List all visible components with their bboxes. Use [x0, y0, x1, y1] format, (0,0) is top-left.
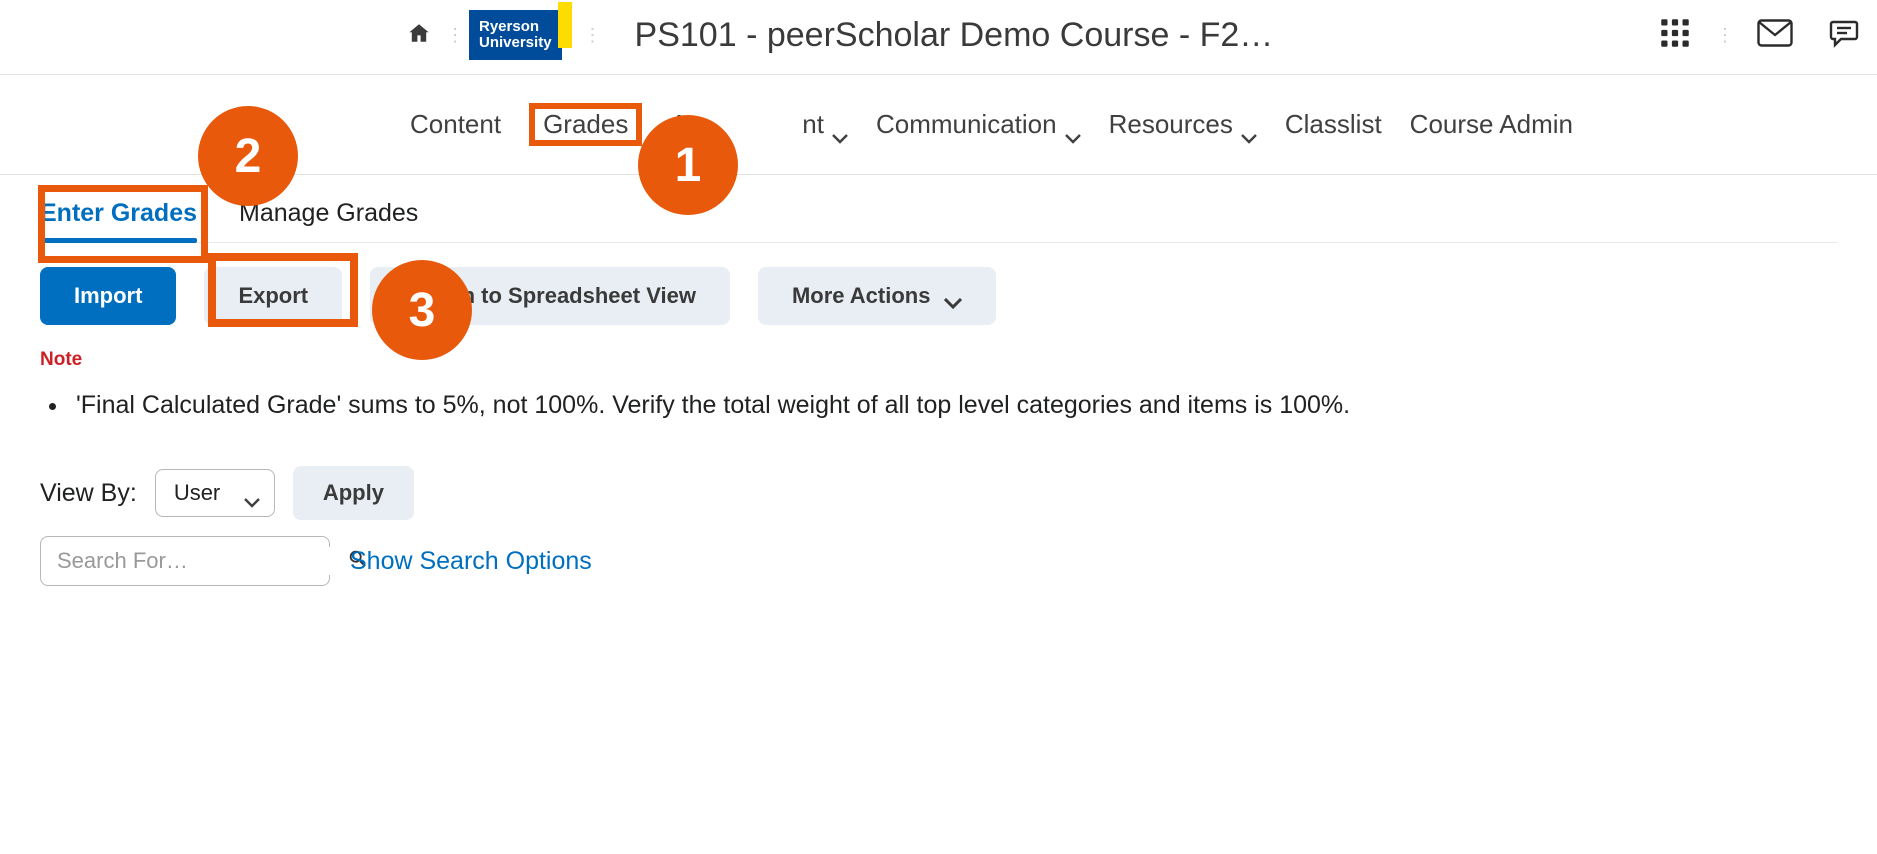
show-search-options-link[interactable]: Show Search Options — [350, 547, 592, 576]
brand-line2: University — [479, 35, 552, 51]
apps-grid-icon — [1660, 35, 1690, 52]
chevron-down-icon — [944, 290, 962, 302]
speech-bubble-icon — [1829, 35, 1859, 52]
brand-logo[interactable]: Ryerson University — [469, 10, 562, 60]
app-switcher-button[interactable] — [1642, 18, 1708, 53]
view-by-select[interactable]: User — [155, 469, 275, 517]
grades-actions: Import Export Switch to Spreadsheet View… — [0, 243, 1877, 325]
note-item: 'Final Calculated Grade' sums to 5%, not… — [70, 391, 1837, 420]
messages-button[interactable] — [1739, 19, 1811, 52]
brand-accent — [558, 2, 572, 48]
top-bar: ⋮ Ryerson University ⋮ PS101 - peerSchol… — [0, 0, 1877, 75]
search-input[interactable] — [55, 547, 347, 575]
chevron-down-icon — [244, 488, 260, 498]
import-button[interactable]: Import — [40, 267, 176, 325]
note-block: Note 'Final Calculated Grade' sums to 5%… — [0, 325, 1877, 420]
switch-view-button[interactable]: Switch to Spreadsheet View — [370, 267, 730, 325]
nav-assessment-suffix: nt — [802, 109, 824, 140]
discussions-button[interactable] — [1811, 18, 1877, 53]
nav-resources[interactable]: Resources — [1109, 103, 1257, 146]
home-icon — [406, 32, 432, 49]
note-label: Note — [40, 349, 1837, 371]
nav-assessment[interactable]: A ssessme nt — [670, 103, 848, 146]
course-nav: Content Grades A ssessme nt Communicatio… — [0, 75, 1877, 175]
separator-dots-icon: ⋮ — [438, 25, 469, 46]
note-list: 'Final Calculated Grade' sums to 5%, not… — [40, 391, 1837, 420]
chevron-down-icon — [1241, 120, 1257, 130]
chevron-down-icon — [832, 120, 848, 130]
chevron-down-icon — [1065, 120, 1081, 130]
home-link[interactable] — [400, 21, 438, 50]
nav-assessment-prefix: A — [670, 109, 687, 140]
more-actions-button[interactable]: More Actions — [758, 267, 997, 325]
more-actions-label: More Actions — [792, 283, 931, 309]
envelope-icon — [1757, 34, 1793, 51]
view-by-label: View By: — [40, 479, 137, 508]
separator-dots-icon: ⋮ — [576, 25, 607, 46]
nav-course-admin[interactable]: Course Admin — [1410, 103, 1573, 146]
search-box — [40, 536, 330, 586]
tab-manage-grades[interactable]: Manage Grades — [239, 197, 418, 242]
export-button[interactable]: Export — [204, 267, 342, 325]
nav-resources-label: Resources — [1109, 109, 1233, 140]
nav-classlist[interactable]: Classlist — [1285, 103, 1382, 146]
grades-subtabs: Enter Grades Manage Grades — [40, 197, 1837, 243]
nav-content[interactable]: Content — [410, 103, 501, 146]
view-by-selected: User — [174, 480, 220, 505]
apply-button[interactable]: Apply — [293, 466, 414, 520]
separator-dots-icon: ⋮ — [1708, 25, 1739, 46]
brand-line1: Ryerson — [479, 19, 552, 35]
nav-grades[interactable]: Grades — [529, 103, 642, 146]
tab-enter-grades[interactable]: Enter Grades — [40, 197, 197, 242]
nav-communication[interactable]: Communication — [876, 103, 1081, 146]
nav-communication-label: Communication — [876, 109, 1057, 140]
course-title[interactable]: PS101 - peerScholar Demo Course - F20… — [635, 16, 1275, 55]
